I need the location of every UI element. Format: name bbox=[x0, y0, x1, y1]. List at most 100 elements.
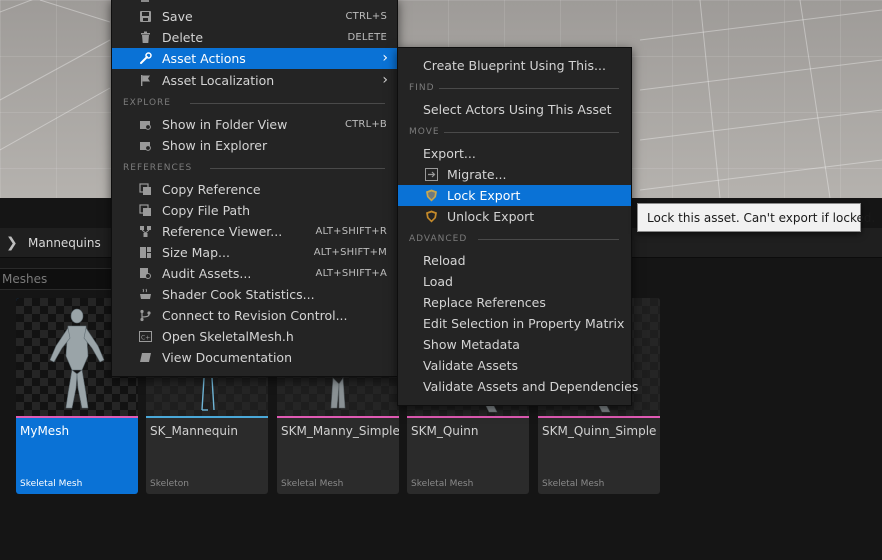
menu-item-asset-localization[interactable]: Asset Localization › bbox=[112, 70, 397, 91]
menu-item-view-documentation[interactable]: View Documentation bbox=[112, 347, 397, 368]
asset-type: Skeleton bbox=[150, 479, 189, 489]
copy-icon bbox=[138, 203, 152, 217]
asset-type-accent bbox=[16, 416, 138, 418]
menu-item-label: Create Blueprint Using This... bbox=[423, 58, 606, 73]
asset-type-accent bbox=[277, 416, 399, 418]
menu-item-label: Validate Assets bbox=[423, 358, 519, 373]
menu-item-export[interactable]: Export... bbox=[398, 143, 631, 164]
menu-item-asset-actions[interactable]: Asset Actions › bbox=[112, 48, 397, 69]
document-icon bbox=[138, 0, 152, 4]
menu-item-open-header[interactable]: C++ Open SkeletalMesh.h bbox=[112, 326, 397, 347]
section-divider bbox=[439, 87, 619, 89]
menu-item-label: Migrate... bbox=[447, 167, 507, 182]
shield-outline-icon bbox=[424, 209, 438, 223]
menu-item-validate-assets[interactable]: Validate Assets bbox=[398, 355, 631, 376]
menu-item-label: View Documentation bbox=[162, 350, 292, 365]
menu-item-label: Lock Export bbox=[447, 188, 521, 203]
menu-item-replace-references[interactable]: Replace References bbox=[398, 292, 631, 313]
menu-item-save[interactable]: Save CTRL+S bbox=[112, 6, 397, 27]
menu-item-label: Show Metadata bbox=[423, 337, 520, 352]
section-title: EXPLORE bbox=[123, 98, 171, 108]
menu-item-edit-property-matrix[interactable]: Edit Selection in Property Matrix bbox=[398, 313, 631, 334]
asset-name: SKM_Quinn bbox=[411, 424, 479, 438]
folder-search-icon bbox=[138, 138, 152, 152]
menu-item-label: Delete bbox=[162, 30, 204, 45]
asset-type: Skeletal Mesh bbox=[20, 479, 83, 489]
chevron-right-icon[interactable]: ❯ bbox=[6, 235, 20, 251]
trash-icon bbox=[138, 30, 152, 44]
asset-type-accent bbox=[146, 416, 268, 418]
menu-item-label: Unlock Export bbox=[447, 209, 535, 224]
menu-item-audit-assets[interactable]: Audit Assets... ALT+SHIFT+A bbox=[112, 263, 397, 284]
asset-name: SKM_Manny_Simple bbox=[281, 424, 399, 438]
menu-item-label: Edit Selection in Property Matrix bbox=[423, 316, 625, 331]
menu-section-references: REFERENCES bbox=[112, 161, 397, 175]
menu-item-show-in-explorer[interactable]: Show in Explorer bbox=[112, 135, 397, 156]
menu-item-label: Copy File Path bbox=[162, 203, 251, 218]
asset-context-menu: Save CTRL+S Delete DELETE Asset Actions … bbox=[111, 0, 398, 377]
menu-item-migrate[interactable]: Migrate... bbox=[398, 164, 631, 185]
migrate-icon bbox=[424, 167, 438, 181]
section-title: REFERENCES bbox=[123, 163, 193, 173]
asset-type-accent bbox=[538, 416, 660, 418]
menu-item-show-metadata[interactable]: Show Metadata bbox=[398, 334, 631, 355]
menu-item-select-actors[interactable]: Select Actors Using This Asset bbox=[398, 99, 631, 120]
asset-type: Skeletal Mesh bbox=[542, 479, 605, 489]
menu-item-show-in-folder-view[interactable]: Show in Folder View CTRL+B bbox=[112, 114, 397, 135]
menu-item-copy-reference[interactable]: Copy Reference bbox=[112, 179, 397, 200]
section-title: ADVANCED bbox=[409, 234, 468, 244]
menu-item-delete[interactable]: Delete DELETE bbox=[112, 27, 397, 48]
menu-item-reload[interactable]: Reload bbox=[398, 250, 631, 271]
menu-section-find: FIND bbox=[398, 81, 631, 95]
shield-icon bbox=[424, 188, 438, 202]
menu-item-shortcut: ALT+SHIFT+M bbox=[313, 247, 387, 258]
asset-name: SKM_Quinn_Simple bbox=[542, 424, 657, 438]
menu-item-shortcut: ALT+SHIFT+R bbox=[315, 226, 387, 237]
flag-icon bbox=[138, 73, 152, 87]
filter-chip[interactable]: Meshes bbox=[0, 268, 112, 290]
menu-item-size-map[interactable]: Size Map... ALT+SHIFT+M bbox=[112, 242, 397, 263]
menu-item-label: Export... bbox=[423, 146, 476, 161]
menu-item-label: Audit Assets... bbox=[162, 266, 252, 281]
menu-item-create-blueprint[interactable]: Create Blueprint Using This... bbox=[398, 55, 631, 76]
book-icon bbox=[138, 350, 152, 364]
menu-item-label: Reference Viewer... bbox=[162, 224, 283, 239]
audit-icon bbox=[138, 266, 152, 280]
chevron-right-icon: › bbox=[382, 72, 388, 88]
menu-item-label: Open SkeletalMesh.h bbox=[162, 329, 294, 344]
cook-pot-icon bbox=[138, 287, 152, 301]
asset-actions-submenu: Create Blueprint Using This... FIND Sele… bbox=[397, 47, 638, 406]
menu-item-connect-revision-control[interactable]: Connect to Revision Control... bbox=[112, 305, 397, 326]
asset-type: Skeletal Mesh bbox=[281, 479, 344, 489]
breadcrumb-folder[interactable]: Mannequins bbox=[28, 236, 101, 250]
section-divider bbox=[210, 167, 385, 169]
section-title: FIND bbox=[409, 83, 435, 93]
menu-item-label: Replace References bbox=[423, 295, 546, 310]
menu-section-move: MOVE bbox=[398, 125, 631, 139]
menu-item-reference-viewer[interactable]: Reference Viewer... ALT+SHIFT+R bbox=[112, 221, 397, 242]
menu-item-label: Reload bbox=[423, 253, 466, 268]
menu-item-label: Size Map... bbox=[162, 245, 230, 260]
menu-item-shader-cook-statistics[interactable]: Shader Cook Statistics... bbox=[112, 284, 397, 305]
wrench-icon bbox=[138, 51, 152, 65]
menu-item-label: Save bbox=[162, 9, 193, 24]
menu-item-label: Connect to Revision Control... bbox=[162, 308, 348, 323]
menu-item-copy-file-path[interactable]: Copy File Path bbox=[112, 200, 397, 221]
menu-item-lock-export[interactable]: Lock Export bbox=[398, 185, 631, 206]
menu-item-load[interactable]: Load bbox=[398, 271, 631, 292]
menu-item-unlock-export[interactable]: Unlock Export bbox=[398, 206, 631, 227]
lock-export-tooltip: Lock this asset. Can't export if locked. bbox=[637, 203, 875, 232]
asset-type: Skeletal Mesh bbox=[411, 479, 474, 489]
filter-text: Meshes bbox=[2, 272, 48, 286]
menu-item-label: Load bbox=[423, 274, 453, 289]
menu-item-shortcut: CTRL+B bbox=[344, 119, 387, 130]
folder-search-icon bbox=[138, 117, 152, 131]
save-icon bbox=[138, 9, 152, 23]
menu-item-label: Asset Localization bbox=[162, 73, 275, 88]
cpp-file-icon: C++ bbox=[138, 329, 152, 343]
chevron-right-icon: › bbox=[382, 50, 388, 66]
section-divider bbox=[444, 131, 619, 133]
copy-icon bbox=[138, 182, 152, 196]
menu-item-validate-assets-dependencies[interactable]: Validate Assets and Dependencies bbox=[398, 376, 638, 397]
menu-item-shortcut: DELETE bbox=[347, 32, 387, 43]
